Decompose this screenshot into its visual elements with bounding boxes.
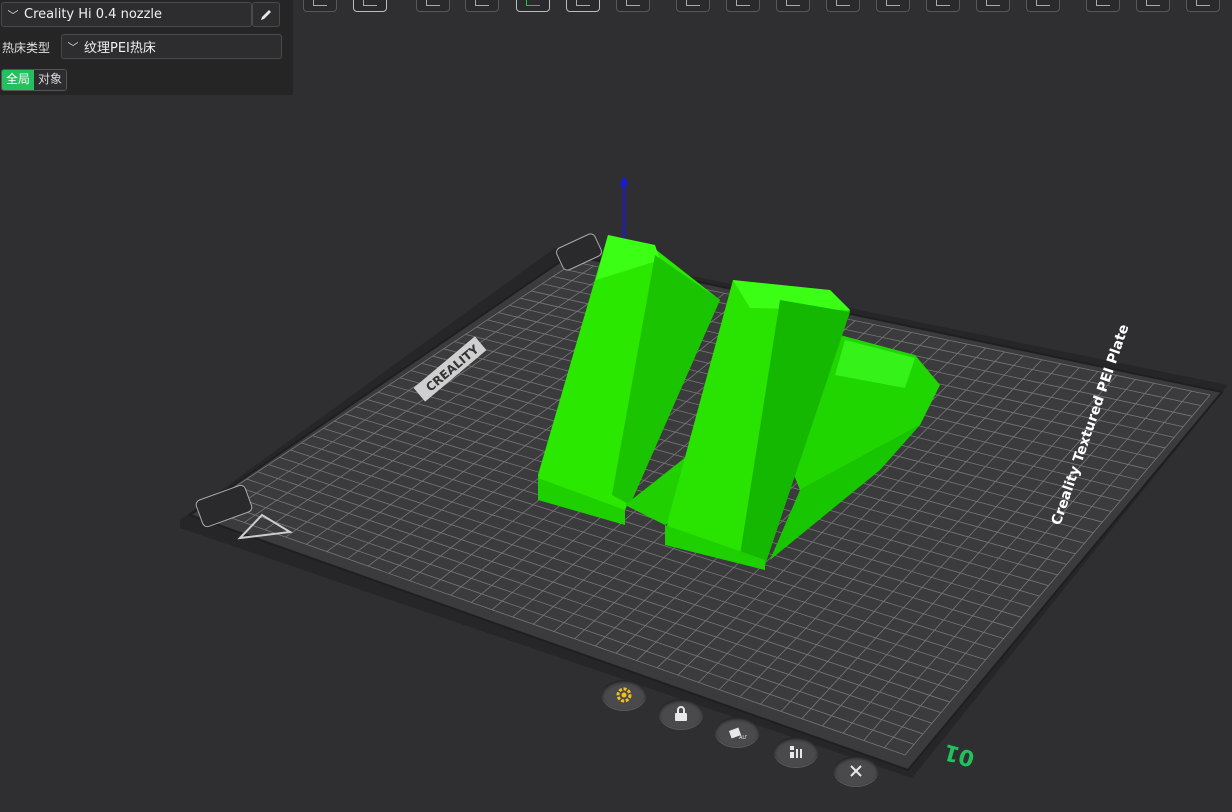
support-icon[interactable] xyxy=(726,0,760,12)
svg-text:AUTO: AUTO xyxy=(739,735,747,741)
printer-select[interactable]: ﹀ Creality Hi 0.4 nozzle xyxy=(1,2,252,27)
view-icon[interactable] xyxy=(1136,0,1170,12)
split-icon[interactable] xyxy=(676,0,710,12)
plate-icon[interactable] xyxy=(876,0,910,12)
auto-orient-icon: AUTO xyxy=(728,727,747,741)
settings-panel: ﹀ Creality Hi 0.4 nozzle 热床类型 ﹀ 纹理PEI热床 … xyxy=(0,0,293,95)
close-icon xyxy=(850,765,862,777)
settings-gear-button[interactable] xyxy=(602,680,646,710)
chevron-down-icon: ﹀ xyxy=(67,40,79,54)
printer-select-label: Creality Hi 0.4 nozzle xyxy=(24,7,163,22)
place-icon[interactable] xyxy=(516,0,550,12)
export-icon[interactable] xyxy=(1026,0,1060,12)
lock-plate-icon xyxy=(675,706,687,721)
scope-global-tab[interactable]: 全局 xyxy=(2,70,35,90)
variable-layer-icon[interactable] xyxy=(826,0,860,12)
settings-gear-icon xyxy=(616,687,632,703)
scope-toggle: 全局 对象 xyxy=(1,69,68,91)
close-plate-button[interactable] xyxy=(834,756,878,786)
pencil-icon xyxy=(261,9,271,20)
arrange-plate-icon xyxy=(790,746,802,758)
seam-icon[interactable] xyxy=(776,0,810,12)
top-toolbar xyxy=(303,0,1232,14)
arrange-icon[interactable] xyxy=(353,0,387,12)
bed-type-select[interactable]: ﹀ 纹理PEI热床 xyxy=(61,34,282,59)
cut-icon[interactable] xyxy=(566,0,600,12)
bed-type-value: 纹理PEI热床 xyxy=(84,41,156,56)
lock-plate-button[interactable] xyxy=(659,699,703,729)
orient-icon[interactable] xyxy=(416,0,450,12)
measure-icon[interactable] xyxy=(616,0,650,12)
layout-icon[interactable] xyxy=(1186,0,1220,12)
slice-view-icon[interactable] xyxy=(926,0,960,12)
preview-icon[interactable] xyxy=(976,0,1010,12)
arrange-plate-button[interactable] xyxy=(774,737,818,767)
scope-object-tab[interactable]: 对象 xyxy=(34,70,67,90)
edit-printer-button[interactable] xyxy=(252,2,280,27)
auto-orient-button[interactable]: AUTO xyxy=(715,717,759,747)
chevron-down-icon: ﹀ xyxy=(7,8,19,22)
layflat-icon[interactable] xyxy=(465,0,499,12)
more-icon[interactable] xyxy=(1086,0,1120,12)
bed-type-label: 热床类型 xyxy=(2,41,51,55)
add-box-icon[interactable] xyxy=(303,0,337,12)
z-axis-arrowhead xyxy=(619,176,629,186)
